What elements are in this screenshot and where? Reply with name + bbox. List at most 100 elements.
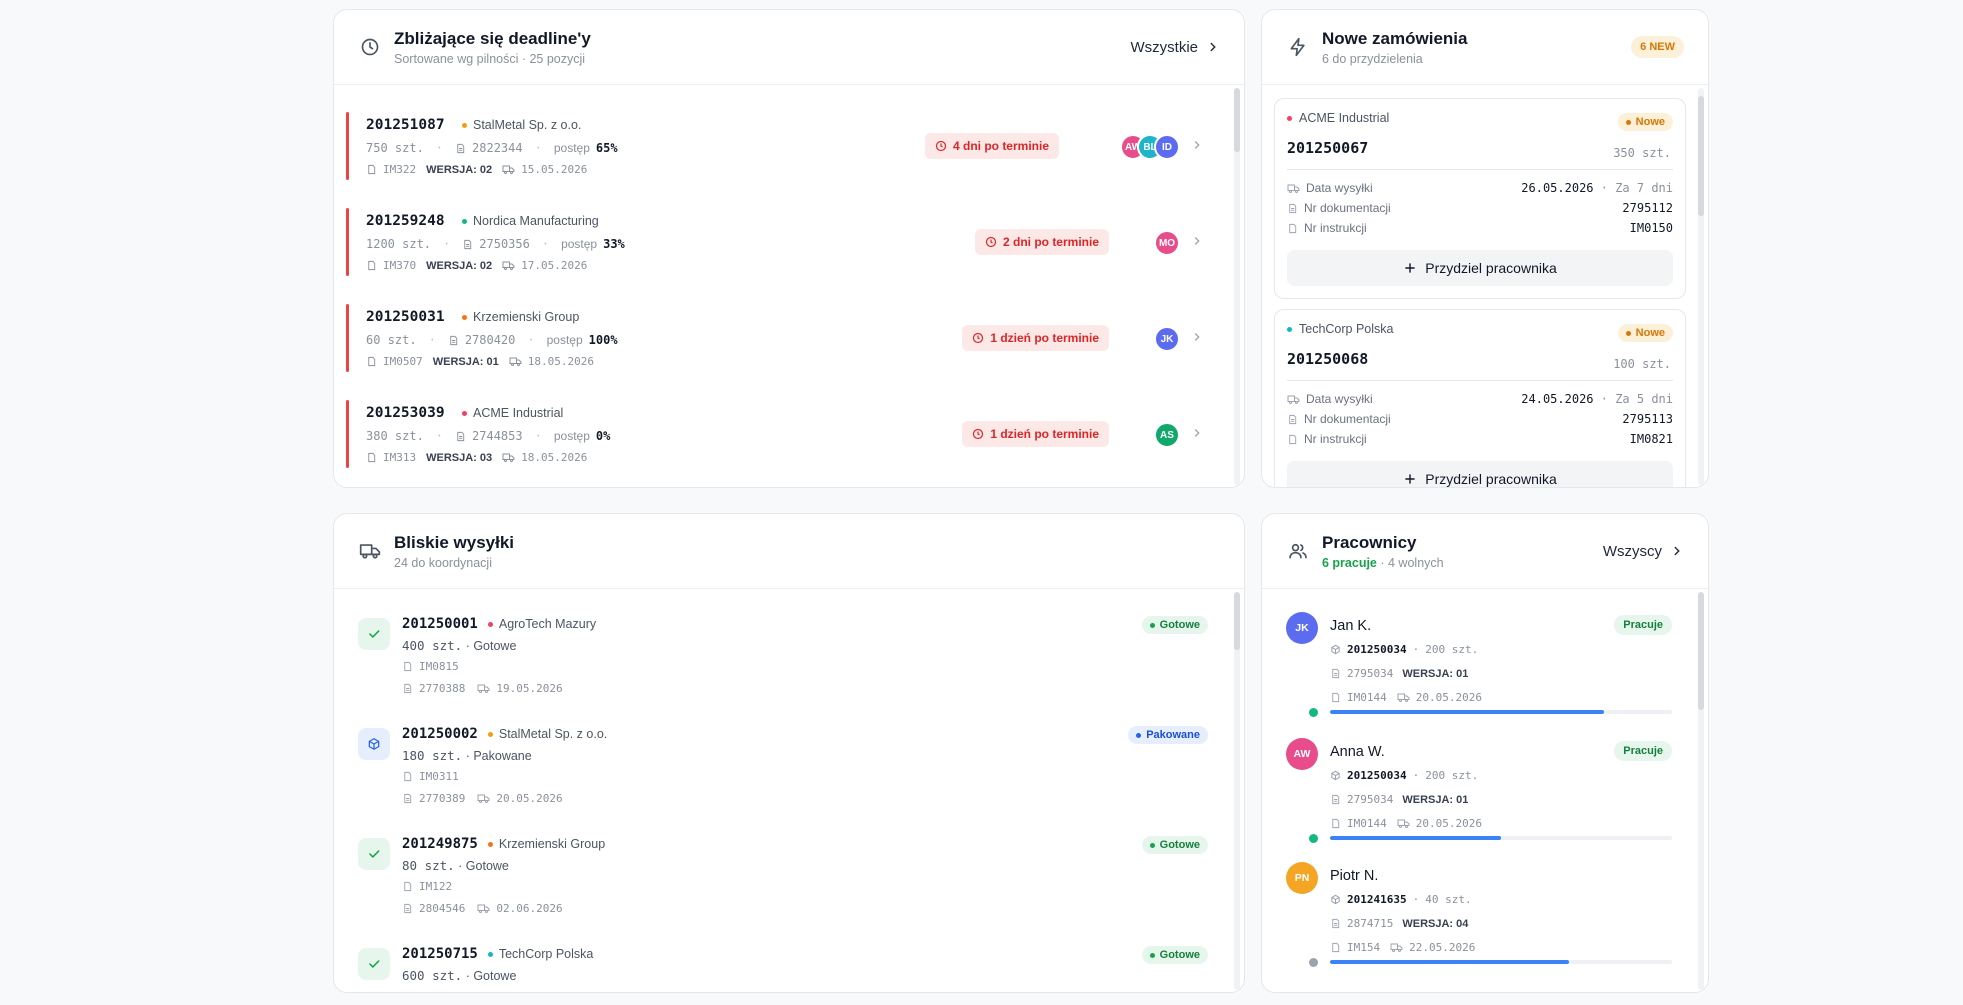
order-id: 201253039 xyxy=(366,405,445,421)
avatar[interactable]: JK xyxy=(1154,326,1180,352)
file-icon xyxy=(404,881,412,892)
quantity: 200 szt. xyxy=(1425,769,1479,782)
workers-list[interactable]: JK Jan K. Pracuje 201250034 · 200 szt. 279… xyxy=(1262,590,1708,992)
assignee-avatars[interactable]: MO xyxy=(1154,230,1180,256)
quantity: 180 szt. xyxy=(402,748,463,763)
document-icon xyxy=(450,335,457,345)
plus-icon xyxy=(1405,263,1416,273)
assignee-avatars[interactable]: AS xyxy=(1154,422,1180,448)
deadline-row[interactable]: 201250031 Krzemienski Group 60 szt. · 278… xyxy=(346,302,1204,372)
quantity: 1200 szt. xyxy=(366,237,432,251)
instruction-number: IM0815 xyxy=(419,660,459,673)
worker-row[interactable]: PN Piotr N. 201241635 · 40 szt. 2874715 WER… xyxy=(1286,862,1672,982)
deadline-row[interactable]: 201259248 Nordica Manufacturing 1200 szt… xyxy=(346,206,1204,276)
quantity: 80 szt. xyxy=(402,858,455,873)
order-id: 201250001 xyxy=(402,616,478,632)
check-icon xyxy=(358,618,390,650)
shipments-card: Bliskie wysyłki 24 do koordynacji 201250… xyxy=(333,513,1245,993)
shipments-list[interactable]: 201250001 AgroTech Mazury 400 szt. · Goto… xyxy=(334,590,1244,992)
instruction-number: IM370 xyxy=(383,259,417,272)
avatar[interactable]: MO xyxy=(1154,230,1180,256)
instruction-number: IM154 xyxy=(1347,941,1381,954)
workers-title: Pracownicy xyxy=(1322,533,1417,552)
shipment-row[interactable]: 201250001 AgroTech Mazury 400 szt. · Goto… xyxy=(358,616,1208,716)
client-name: ACME Industrial xyxy=(1287,111,1673,125)
scrollbar[interactable] xyxy=(1234,592,1240,990)
file-icon xyxy=(368,356,376,367)
overdue-badge: 1 dzień po terminie xyxy=(962,325,1109,351)
workers-header: Pracownicy 6 pracuje · 4 wolnych Wszyscy xyxy=(1262,514,1708,589)
progress-bar xyxy=(1330,710,1672,714)
document-icon xyxy=(404,683,412,694)
shipment-row[interactable]: 201250002 StalMetal Sp. z o.o. 180 szt. ·… xyxy=(358,726,1208,826)
order-card[interactable]: ACME Industrial Nowe 201250067 350 szt. … xyxy=(1274,98,1686,299)
all-workers-link[interactable]: Wszyscy xyxy=(1603,543,1684,560)
avatar[interactable]: AS xyxy=(1154,422,1180,448)
quantity: 40 szt. xyxy=(1425,893,1472,906)
file-icon xyxy=(1332,818,1340,829)
scrollbar[interactable] xyxy=(1234,88,1240,485)
progress-value: 33% xyxy=(603,237,625,251)
document-icon xyxy=(1289,203,1297,213)
document-icon xyxy=(1289,414,1297,424)
scrollbar[interactable] xyxy=(1698,88,1704,485)
client-name: StalMetal Sp. z o.o. xyxy=(487,727,607,741)
shipment-row[interactable]: 201249875 Krzemienski Group 80 szt. · Got… xyxy=(358,836,1208,936)
ship-date: 20.05.2026 xyxy=(496,792,563,805)
chevron-right-icon[interactable] xyxy=(1190,426,1204,440)
chevron-right-icon[interactable] xyxy=(1190,234,1204,248)
chevron-right-icon[interactable] xyxy=(1190,330,1204,344)
new-orders-header: Nowe zamówienia 6 do przydzielenia 6 NEW xyxy=(1262,10,1708,85)
client-name: Nordica Manufacturing xyxy=(462,214,599,228)
file-icon xyxy=(368,164,376,175)
truck-icon xyxy=(1390,943,1403,952)
order-card[interactable]: TechCorp Polska Nowe 201250068 100 szt. … xyxy=(1274,309,1686,487)
clock-icon xyxy=(973,428,984,440)
ship-date: 22.05.2026 xyxy=(1409,941,1476,954)
doc-number: 2795034 xyxy=(1347,667,1394,680)
quantity: 200 szt. xyxy=(1425,643,1479,656)
chevron-right-icon[interactable] xyxy=(1190,138,1204,152)
progress-fill xyxy=(1330,710,1604,714)
doc-number: 2822344 xyxy=(472,141,523,155)
shipment-row[interactable]: 201250715 TechCorp Polska 600 szt. · Goto… xyxy=(358,946,1208,992)
status-badge: Gotowe xyxy=(1141,836,1208,854)
clock-icon xyxy=(935,140,947,152)
deadlines-list[interactable]: 201251087 StalMetal Sp. z o.o. 750 szt. ·… xyxy=(334,86,1244,487)
client-name: StalMetal Sp. z o.o. xyxy=(462,118,581,132)
order-id: 201251087 xyxy=(366,117,445,133)
status-badge: Pracuje xyxy=(1614,741,1672,761)
client-dot xyxy=(462,314,467,320)
scrollbar[interactable] xyxy=(1698,592,1704,990)
workers-subtitle: 6 pracuje · 4 wolnych xyxy=(1322,556,1444,570)
deadline-row[interactable]: 201251087 StalMetal Sp. z o.o. 750 szt. ·… xyxy=(346,110,1204,180)
ship-date: 24.05.2026 xyxy=(1521,392,1594,406)
box-icon xyxy=(1331,770,1340,781)
client-name: ACME Industrial xyxy=(462,406,563,420)
worker-row[interactable]: AW Anna W. Pracuje 201250034 · 200 szt. 27… xyxy=(1286,738,1672,858)
deadlines-subtitle: Sortowane wg pilności · 25 pozycji xyxy=(394,52,586,66)
order-id: 201249875 xyxy=(402,836,478,852)
assign-worker-button[interactable]: Przydziel pracownika xyxy=(1287,461,1673,487)
assign-worker-button[interactable]: Przydziel pracownika xyxy=(1287,250,1673,286)
avatar[interactable]: ID xyxy=(1154,134,1180,160)
check-icon xyxy=(358,838,390,870)
quantity: 100 szt. xyxy=(1613,357,1671,371)
status-badge: Pracuje xyxy=(1614,615,1672,635)
file-icon xyxy=(1332,692,1340,703)
worker-name: Jan K. xyxy=(1330,618,1372,634)
client-name: Krzemienski Group xyxy=(487,837,605,851)
quantity: 750 szt. xyxy=(366,141,424,155)
client-name: TechCorp Polska xyxy=(1287,322,1673,336)
worker-row[interactable]: JK Jan K. Pracuje 201250034 · 200 szt. 279… xyxy=(1286,612,1672,732)
assignee-avatars[interactable]: AW BL ID xyxy=(1120,134,1180,160)
new-orders-list[interactable]: ACME Industrial Nowe 201250067 350 szt. … xyxy=(1262,86,1708,487)
lightning-icon xyxy=(1286,35,1310,59)
all-deadlines-link[interactable]: Wszystkie xyxy=(1131,39,1221,56)
truck-icon xyxy=(477,904,490,913)
assignee-avatars[interactable]: JK xyxy=(1154,326,1180,352)
shipments-subtitle: 24 do koordynacji xyxy=(394,556,492,570)
truck-icon xyxy=(509,357,522,366)
doc-number: 2795113 xyxy=(1622,412,1673,426)
deadline-row[interactable]: 201253039 ACME Industrial 380 szt. · 2744… xyxy=(346,398,1204,468)
